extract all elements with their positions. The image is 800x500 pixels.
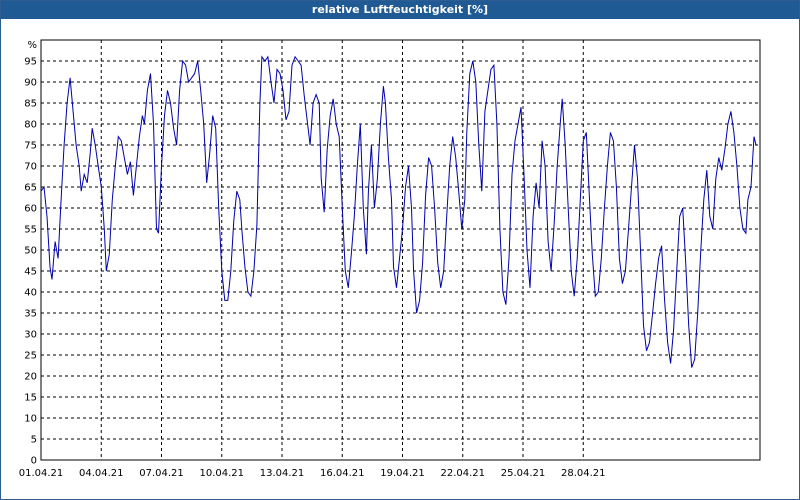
x-tick-label: 28.04.21 xyxy=(561,468,606,479)
y-tick-label: 15 xyxy=(24,393,37,404)
x-axis-ticks: 01.04.21 04.04.21 07.04.21 10.04.21 13.04.21… xyxy=(19,468,606,479)
x-tick-label: 25.04.21 xyxy=(501,468,546,479)
y-tick-label: 20 xyxy=(24,372,37,383)
y-axis-ticks: 0 5 10 15 20 25 30 35 40 45 50 55 60 65 70 75 80 85 90 95 xyxy=(24,57,37,467)
x-tick-label: 10.04.21 xyxy=(199,468,244,479)
x-tick-label: 04.04.21 xyxy=(79,468,124,479)
y-tick-label: 50 xyxy=(24,246,37,257)
y-tick-label: 55 xyxy=(24,225,37,236)
y-tick-label: 80 xyxy=(24,120,37,131)
x-tick-label: 13.04.21 xyxy=(260,468,305,479)
x-tick-label: 07.04.21 xyxy=(139,468,184,479)
y-tick-label: 60 xyxy=(24,204,37,215)
y-tick-label: 85 xyxy=(24,99,37,110)
y-tick-label: 95 xyxy=(24,57,37,68)
y-tick-label: 40 xyxy=(24,288,37,299)
y-tick-label: 25 xyxy=(24,351,37,362)
y-tick-label: 35 xyxy=(24,309,37,320)
y-tick-label: 70 xyxy=(24,162,37,173)
x-tick-label: 22.04.21 xyxy=(440,468,485,479)
x-tick-label: 16.04.21 xyxy=(320,468,365,479)
y-tick-label: 0 xyxy=(31,456,37,467)
x-tick-label: 01.04.21 xyxy=(19,468,64,479)
y-tick-label: 30 xyxy=(24,330,37,341)
x-tick-label: 19.04.21 xyxy=(380,468,425,479)
y-tick-label: 10 xyxy=(24,414,37,425)
y-tick-label: 90 xyxy=(24,78,37,89)
y-tick-label: 65 xyxy=(24,183,37,194)
y-tick-label: 5 xyxy=(31,435,37,446)
y-tick-label: 45 xyxy=(24,267,37,278)
chart-svg: 0 5 10 15 20 25 30 35 40 45 50 55 60 65 70 75 80 85 90 95 0… xyxy=(19,39,761,479)
y-tick-label: 75 xyxy=(24,141,37,152)
y-axis-label: % xyxy=(27,40,37,51)
